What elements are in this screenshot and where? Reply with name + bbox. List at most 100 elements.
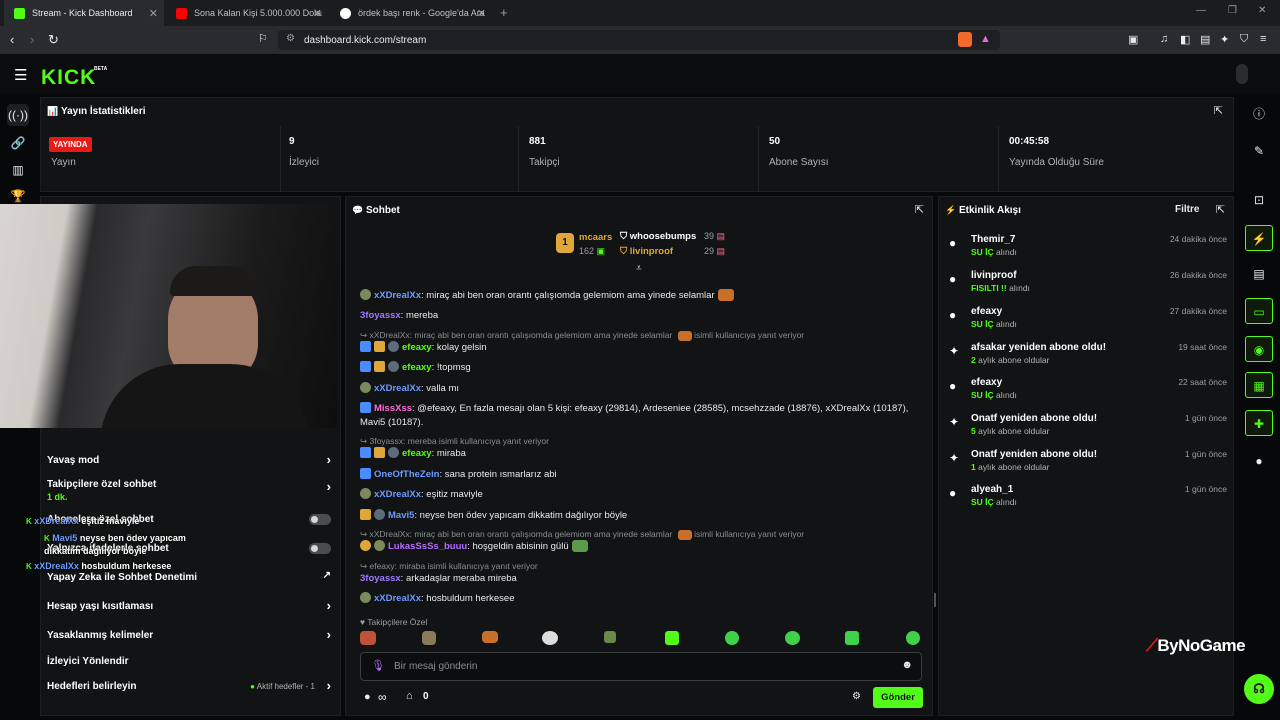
emote-icon[interactable]	[482, 631, 498, 643]
broadcast-icon[interactable]: ((·))	[7, 104, 29, 126]
points-icon[interactable]: ●	[1245, 448, 1273, 474]
chat-input[interactable]: 🎙 Bir mesaj gönderin ☻	[360, 652, 922, 681]
setting-account-age[interactable]: Hesap yaşı kısıtlaması ›	[47, 598, 337, 613]
crown-icon	[374, 341, 385, 352]
filter-button[interactable]: Filtre	[1175, 204, 1199, 215]
brave-shield-icon[interactable]	[958, 32, 972, 47]
badge-icon	[360, 592, 371, 603]
emote-icon[interactable]	[360, 631, 376, 645]
panel-icon[interactable]: ◧	[1180, 33, 1190, 46]
kick-header	[0, 54, 1280, 94]
wallet-icon[interactable]: ▤	[1200, 33, 1210, 46]
badge-icon	[360, 488, 371, 499]
emote-icon[interactable]	[845, 631, 859, 645]
setting-label: Yasaklanmış kelimeler	[47, 630, 154, 641]
stat-label: Yayında Olduğu Süre	[1009, 157, 1104, 168]
edit-icon[interactable]: ✎	[1245, 138, 1273, 164]
gear-icon[interactable]: ⚙	[852, 691, 861, 702]
setting-goals[interactable]: Hedefleri belirleyin ● Aktif hedefler - …	[47, 678, 337, 693]
vpn-icon[interactable]: ⛉	[1240, 33, 1248, 46]
subscribers-only-toggle[interactable]	[309, 514, 331, 525]
emote-icon[interactable]	[785, 631, 800, 645]
streamer-hair	[170, 266, 256, 296]
info-icon[interactable]: ⓘ	[1245, 101, 1273, 127]
sidebar-icon[interactable]: ▣	[1128, 33, 1138, 46]
hamburger-icon[interactable]: ☰	[14, 66, 27, 84]
collapse-icon[interactable]: ⩡	[636, 263, 642, 274]
popout-icon[interactable]: ⇱	[1214, 104, 1223, 117]
leo-icon[interactable]: ✦	[1220, 33, 1229, 46]
microphone-icon[interactable]: 🎙	[371, 659, 385, 672]
camera-icon[interactable]: ⊡	[1245, 187, 1273, 213]
emote-icon[interactable]	[422, 631, 436, 645]
minimize-icon[interactable]: —	[1196, 5, 1206, 16]
tab-youtube[interactable]: Sona Kalan Kişi 5.000.000 Dolar Kaza ✕	[166, 0, 328, 26]
emote-icon[interactable]	[542, 631, 558, 645]
bookmark-icon[interactable]: ⚐	[258, 32, 268, 45]
emoji-icon[interactable]: ☻	[901, 659, 913, 671]
chat-icon[interactable]: ▭	[1245, 298, 1273, 324]
popout-icon[interactable]: ⇱	[1216, 203, 1225, 216]
youtube-favicon	[176, 7, 187, 19]
emote-icon[interactable]	[725, 631, 739, 645]
forward-icon[interactable]: ›	[30, 32, 34, 47]
live-badge: YAYINDA	[49, 137, 92, 152]
reply-context: ↪ xXDrealXx: miraç abi ben oran orantı ç…	[360, 529, 805, 540]
popout-icon[interactable]: ⇱	[915, 203, 924, 216]
link-icon[interactable]: 🔗	[10, 135, 26, 151]
crown-icon	[374, 447, 385, 458]
chat-icon: 💬	[352, 205, 364, 215]
stat-label: Yayın	[51, 157, 76, 168]
menu-icon[interactable]: ≡	[1260, 33, 1266, 45]
store-icon[interactable]: ⌂	[406, 690, 413, 702]
emote-icon	[677, 331, 692, 341]
tab-kick-dashboard[interactable]: Stream - Kick Dashboard ✕	[4, 0, 164, 26]
chat-message: efeaxy: kolay gelsin	[360, 341, 920, 355]
followers-only-label: ♥ Takipçilere Özel	[360, 617, 428, 627]
emotes-only-toggle[interactable]	[309, 543, 331, 554]
emote-icon[interactable]	[604, 631, 616, 643]
site-info-icon[interactable]: ⚙	[286, 33, 295, 44]
new-tab-icon[interactable]: +	[500, 5, 508, 20]
points-icon: ●	[949, 308, 957, 322]
trophy-icon[interactable]: 🏆	[10, 188, 26, 204]
top-user-name[interactable]: ⛉ whoosebumps	[620, 231, 696, 242]
url-field[interactable]: ⚙ dashboard.kick.com/stream	[278, 30, 1000, 50]
chat-message: 3foyassx: mereba	[360, 310, 439, 321]
analytics-icon[interactable]: ▥	[10, 162, 26, 178]
restore-icon[interactable]: ❐	[1228, 5, 1237, 16]
chevron-right-icon: ›	[326, 452, 331, 467]
kick-logo[interactable]: KICK	[41, 66, 96, 90]
stat-followers: 881 Takipçi	[519, 126, 759, 192]
emote-icon[interactable]	[665, 631, 679, 645]
tab-google[interactable]: ördek başı renk - Google'da Ara ✕	[330, 0, 492, 26]
rewards-icon[interactable]: ▲	[980, 33, 991, 45]
badge-icon	[360, 382, 371, 393]
setting-followers-only[interactable]: Takipçilere özel sohbet 1 dk. ›	[47, 479, 337, 502]
lightning-icon[interactable]: ⚡	[1245, 225, 1273, 251]
emote-icon[interactable]	[906, 631, 920, 645]
top-user-name[interactable]: ⛉ livinproof	[620, 246, 673, 257]
window-close-icon[interactable]: ✕	[1258, 5, 1266, 16]
close-icon[interactable]: ✕	[477, 7, 486, 20]
broadcast-icon[interactable]: ◉	[1245, 336, 1273, 362]
kick-favicon	[14, 7, 25, 19]
back-icon[interactable]: ‹	[10, 32, 14, 47]
store-icon[interactable]: ▦	[1245, 372, 1273, 398]
setting-raid[interactable]: İzleyici Yönlendir	[47, 656, 337, 667]
send-button[interactable]: Gönder	[873, 687, 923, 708]
tools-icon[interactable]: ✚	[1245, 410, 1273, 436]
setting-ai-moderation[interactable]: Yapay Zeka ile Sohbet Denetimi ↗	[47, 570, 337, 583]
document-icon[interactable]: ▤	[1245, 261, 1273, 287]
close-icon[interactable]: ✕	[149, 7, 158, 20]
scrollbar[interactable]	[934, 593, 936, 607]
top-user-name[interactable]: mcaars	[579, 232, 612, 243]
close-icon[interactable]: ✕	[313, 7, 322, 20]
reload-icon[interactable]: ↻	[48, 32, 59, 48]
support-icon[interactable]: ☊	[1244, 674, 1274, 704]
music-icon[interactable]: ♫	[1160, 33, 1168, 45]
points-icon[interactable]: ●	[364, 691, 371, 703]
setting-banned-words[interactable]: Yasaklanmış kelimeler ›	[47, 627, 337, 642]
setting-slow-mode[interactable]: Yavaş mod ›	[47, 452, 337, 467]
avatar[interactable]	[1236, 64, 1248, 84]
